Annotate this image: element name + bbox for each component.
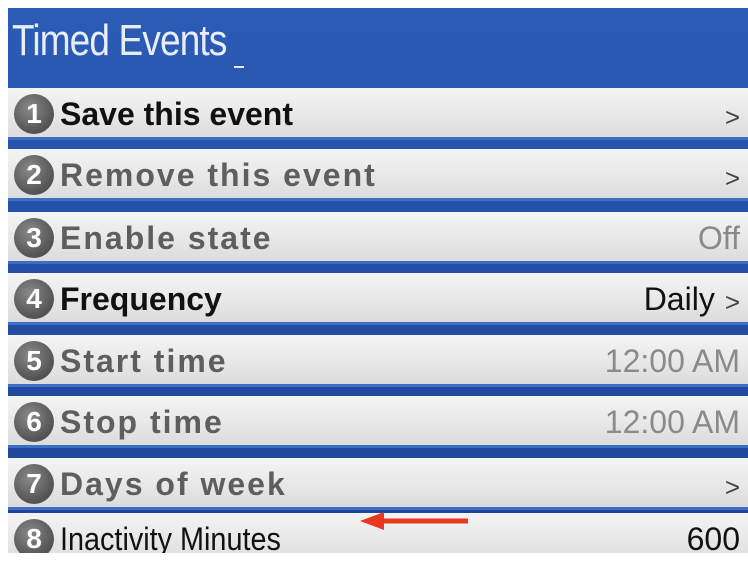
- page-title: Timed Events: [12, 16, 227, 65]
- menu-item-value: Off: [698, 218, 740, 258]
- number-badge-5: 5: [14, 341, 54, 381]
- menu-item-value: Daily >: [644, 279, 740, 322]
- menu-item-value: >: [715, 464, 740, 507]
- arrow-head: [360, 512, 384, 530]
- menu-item-save-this-event[interactable]: 1 Save this event >: [8, 88, 748, 140]
- menu-item-value-text: 12:00 AM: [604, 343, 740, 379]
- menu-item-start-time[interactable]: 5 Start time 12:00 AM: [8, 335, 748, 387]
- menu-item-value: >: [715, 94, 740, 137]
- number-badge-6: 6: [14, 402, 54, 442]
- menu-item-value-text: Off: [697, 220, 740, 256]
- menu-item-label: Stop time: [60, 404, 224, 440]
- menu-item-value: 12:00 AM: [605, 341, 740, 381]
- menu-item-enable-state[interactable]: 3 Enable state Off: [8, 212, 748, 264]
- menu-item-remove-this-event[interactable]: 2 Remove this event >: [8, 149, 748, 201]
- number-badge-4: 4: [14, 279, 54, 319]
- number-badge-8: 8: [14, 519, 54, 553]
- menu-item-label: Days of week: [60, 466, 287, 502]
- menu-item-value-text: 600: [686, 521, 740, 553]
- number-badge-1: 1: [14, 94, 54, 134]
- menu-item-label: Remove this event: [60, 157, 377, 193]
- menu-item-label: Enable state: [60, 220, 273, 256]
- chevron-right-icon: >: [724, 286, 740, 317]
- menu-item-label: Frequency: [60, 281, 222, 317]
- number-badge-3: 3: [14, 218, 54, 258]
- left-arrow-icon: [360, 512, 468, 530]
- menu-item-label: Start time: [60, 343, 228, 379]
- title-cursor: [234, 66, 244, 68]
- menu-item-value: 600: [687, 519, 740, 553]
- chevron-right-icon: >: [724, 162, 740, 193]
- menu-item-days-of-week[interactable]: 7 Days of week >: [8, 458, 748, 510]
- menu-item-frequency[interactable]: 4 Frequency Daily >: [8, 273, 748, 325]
- menu-item-value-text: 12:00 AM: [604, 404, 740, 440]
- chevron-right-icon: >: [724, 101, 740, 132]
- menu-item-value-text: Daily: [643, 281, 715, 317]
- menu-item-label: Inactivity Minutes: [60, 521, 281, 553]
- number-badge-7: 7: [14, 464, 54, 504]
- menu-item-label: Save this event: [60, 96, 293, 132]
- menu-item-value: >: [715, 155, 740, 198]
- timed-events-screen: Timed Events 1 Save this event > 2 Remov…: [8, 8, 748, 553]
- menu-item-stop-time[interactable]: 6 Stop time 12:00 AM: [8, 396, 748, 448]
- number-badge-2: 2: [14, 155, 54, 195]
- chevron-right-icon: >: [724, 471, 740, 502]
- title-bar: Timed Events: [8, 8, 748, 86]
- menu-item-value: 12:00 AM: [605, 402, 740, 442]
